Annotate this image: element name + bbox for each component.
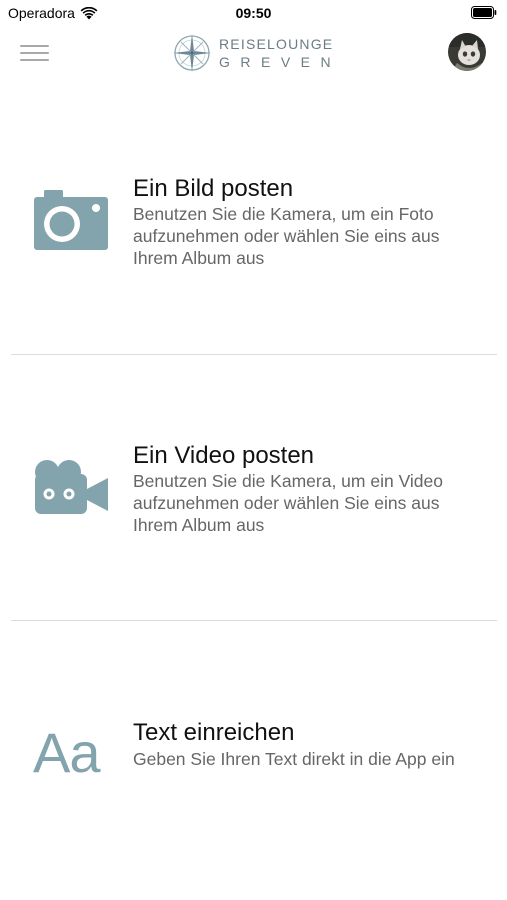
option-description: Benutzen Sie die Kamera, um ein Foto auf… bbox=[133, 204, 440, 268]
status-time: 09:50 bbox=[235, 5, 272, 21]
divider bbox=[11, 620, 497, 621]
compass-rose-icon bbox=[173, 34, 211, 72]
option-title: Ein Bild posten bbox=[133, 175, 294, 202]
post-image-option[interactable]: Ein Bild posten Benutzen Sie die Kamera,… bbox=[0, 170, 507, 280]
video-camera-icon bbox=[35, 460, 108, 514]
battery-icon bbox=[471, 6, 497, 19]
user-avatar[interactable] bbox=[448, 33, 486, 71]
avatar-image bbox=[448, 33, 486, 71]
divider bbox=[11, 354, 497, 355]
option-title: Text einreichen bbox=[133, 719, 295, 746]
camera-icon bbox=[34, 190, 108, 250]
option-description: Benutzen Sie die Kamera, um ein Video au… bbox=[133, 471, 444, 535]
nav-bar: REISELOUNGE GREVEN bbox=[0, 28, 507, 76]
status-bar: Operadora 09:50 bbox=[0, 0, 507, 28]
post-video-option[interactable]: Ein Video posten Benutzen Sie die Kamera… bbox=[0, 437, 507, 547]
app-logo: REISELOUNGE GREVEN bbox=[172, 32, 342, 72]
option-title: Ein Video posten bbox=[133, 442, 315, 469]
text-icon: Aa bbox=[33, 721, 100, 784]
hamburger-menu-icon[interactable] bbox=[20, 42, 50, 64]
logo-text-top: REISELOUNGE bbox=[219, 36, 334, 52]
submit-text-option[interactable]: Aa Text einreichen Geben Sie Ihren Text … bbox=[0, 713, 507, 803]
option-description: Geben Sie Ihren Text direkt in die App e… bbox=[133, 749, 455, 769]
logo-text-bottom: GREVEN bbox=[219, 54, 342, 70]
